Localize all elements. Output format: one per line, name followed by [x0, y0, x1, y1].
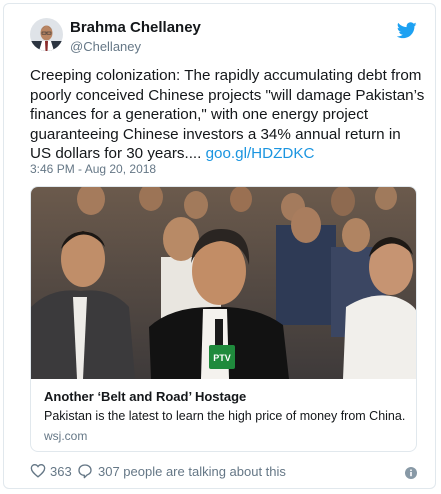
tweet-text: Creeping colonization: The rapidly accum…: [30, 66, 425, 164]
link-card[interactable]: PTV Another ‘Belt and Road’ Hostage Paki…: [30, 186, 417, 452]
talking-count[interactable]: 307 people are talking about this: [98, 464, 286, 479]
avatar[interactable]: [30, 18, 63, 51]
ptv-badge-text: PTV: [213, 353, 231, 363]
card-title[interactable]: Another ‘Belt and Road’ Hostage: [44, 389, 246, 404]
author-handle[interactable]: @Chellaney: [70, 39, 141, 54]
author-name[interactable]: Brahma Chellaney: [70, 19, 201, 36]
card-image[interactable]: PTV: [31, 187, 416, 379]
like-count[interactable]: 363: [50, 464, 72, 479]
card-domain: wsj.com: [44, 429, 88, 443]
tweet-link[interactable]: goo.gl/HDZDKC: [206, 145, 315, 162]
comment-icon[interactable]: [77, 463, 93, 479]
tweet-embed: Brahma Chellaney @Chellaney Creeping col…: [3, 3, 436, 489]
card-description: Pakistan is the latest to learn the high…: [44, 409, 406, 423]
info-icon[interactable]: [405, 466, 417, 479]
twitter-bird-icon[interactable]: [396, 22, 417, 39]
heart-icon[interactable]: [30, 463, 46, 478]
tweet-timestamp[interactable]: 3:46 PM - Aug 20, 2018: [30, 162, 156, 176]
